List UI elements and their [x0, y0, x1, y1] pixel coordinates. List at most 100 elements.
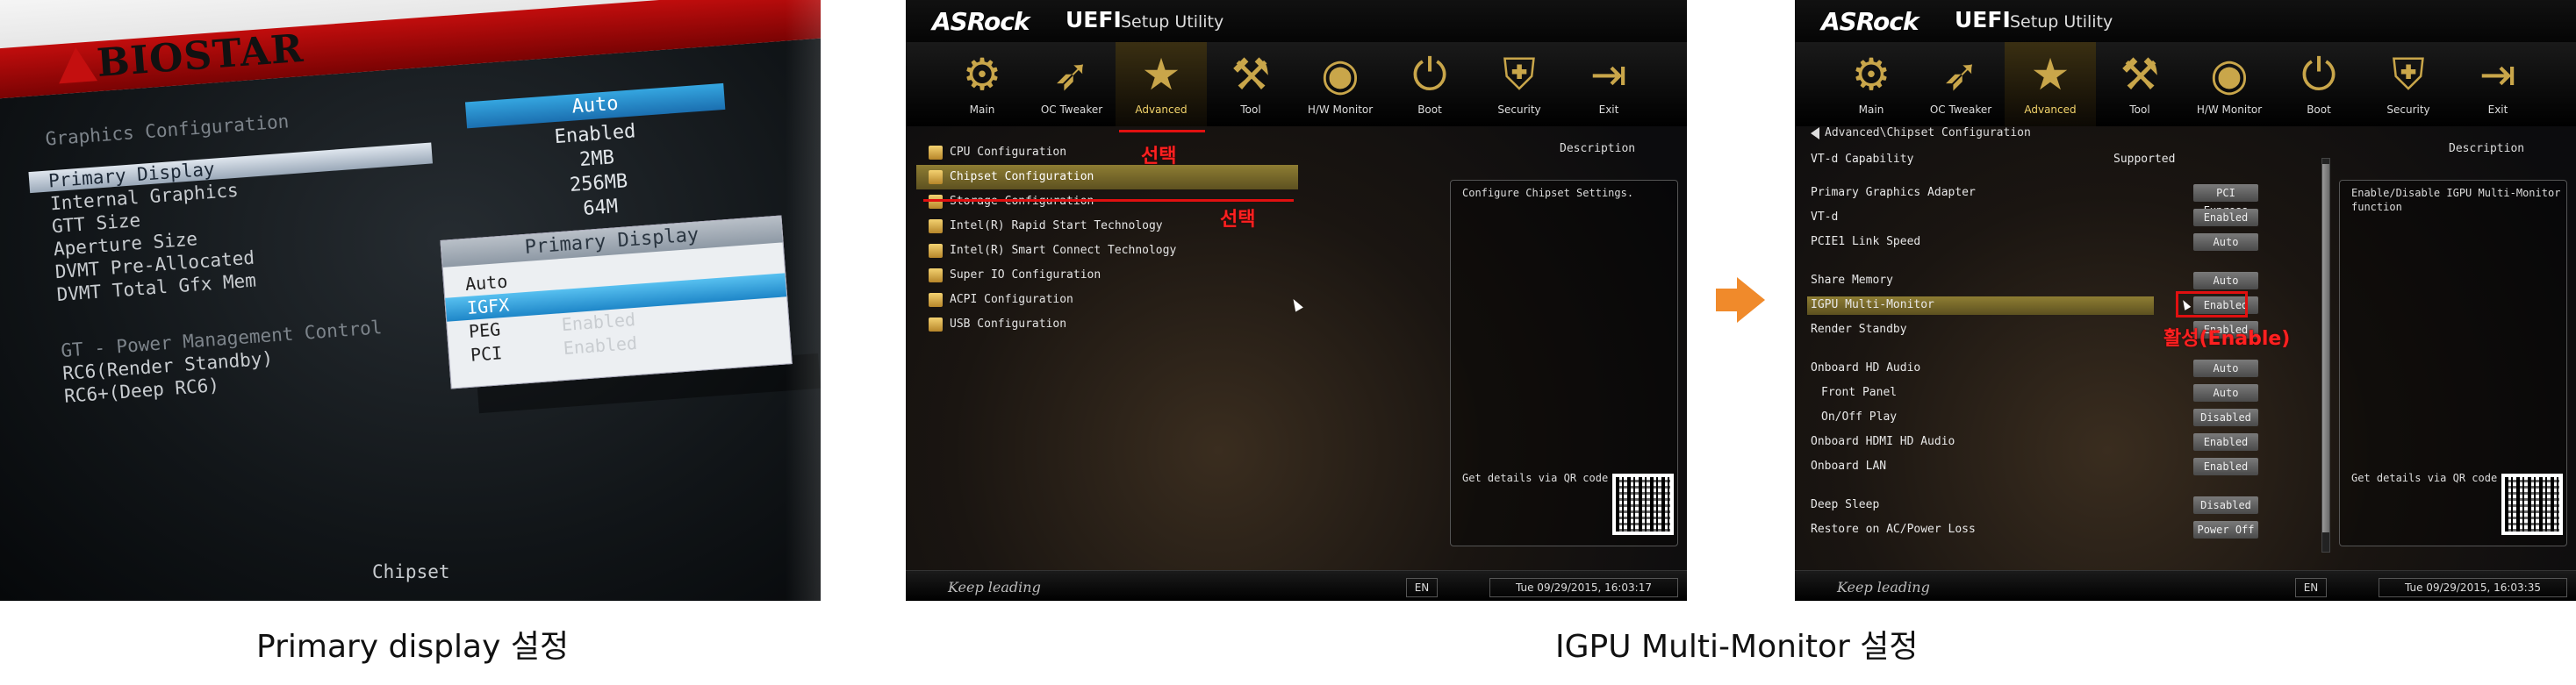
nav-security[interactable]: ⛨ Security: [2363, 42, 2454, 126]
qr-code-icon: [2501, 474, 2563, 535]
setup-utility-label: Setup Utility: [1121, 12, 1224, 32]
value-button[interactable]: Disabled: [2193, 409, 2258, 426]
uefi-label: UEFI: [1955, 7, 2011, 32]
nav-tool[interactable]: ⚒ Tool: [2094, 42, 2185, 126]
folder-icon: [929, 170, 943, 184]
exit-door-icon: ⇥: [2479, 49, 2516, 100]
exit-door-icon: ⇥: [1590, 49, 1627, 100]
keep-leading-slogan: Keep leading: [1837, 579, 1930, 596]
value-button[interactable]: Enabled: [2193, 458, 2258, 475]
value-button[interactable]: Enabled: [2193, 433, 2258, 451]
toolbox-icon: ⚒: [1231, 49, 1271, 100]
nav-hw-monitor[interactable]: ◉ H/W Monitor: [2184, 42, 2275, 126]
menu-acpi[interactable]: ACPI Configuration: [916, 288, 1298, 312]
boot-switch-icon: ⏻: [2301, 49, 2336, 100]
advanced-underline: [1119, 130, 1205, 132]
row-share-memory[interactable]: Share Memory Auto: [1811, 270, 2337, 291]
primary-display-value[interactable]: Auto: [464, 82, 726, 129]
row-restore-ac-power-loss[interactable]: Restore on AC/Power Loss Power Off: [1811, 519, 2337, 540]
row-onboard-hd-audio[interactable]: Onboard HD Audio Auto: [1811, 358, 2337, 379]
annotation-enable: 활성(Enable): [2163, 328, 2291, 350]
breadcrumb[interactable]: Advanced\Chipset Configuration: [1811, 126, 2031, 139]
shield-icon: ⛨: [2392, 49, 2425, 100]
main-icon: ⚙: [962, 49, 1002, 100]
boot-switch-icon: ⏻: [1412, 49, 1447, 100]
nav-advanced[interactable]: ★ Advanced: [2005, 42, 2096, 126]
value-button[interactable]: Disabled: [2193, 496, 2258, 514]
scrollbar[interactable]: [2321, 158, 2330, 553]
datetime-display: Tue 09/29/2015, 16:03:17: [1489, 578, 1678, 597]
annotation-select-menu: 선택: [1220, 209, 1256, 231]
value-button[interactable]: Auto: [2193, 272, 2258, 289]
menu-smart-connect[interactable]: Intel(R) Smart Connect Technology: [916, 239, 1298, 263]
nav-advanced[interactable]: ★ Advanced: [1116, 42, 1207, 126]
folder-icon: [929, 146, 943, 160]
star-icon: ★: [2030, 49, 2070, 100]
nav-main[interactable]: ⚙ Main: [1826, 42, 1917, 126]
asrock-header: ASRock UEFI Setup Utility: [906, 0, 1687, 42]
language-button[interactable]: EN: [1406, 578, 1438, 597]
folder-icon: [929, 318, 943, 332]
row-igpu-multi-monitor[interactable]: IGPU Multi-Monitor Enabled: [1807, 295, 2337, 316]
back-arrow-icon[interactable]: [1811, 126, 1819, 139]
nav-oc-tweaker[interactable]: ➶ OC Tweaker: [1915, 42, 2006, 126]
advanced-menu-list: CPU Configuration Chipset Configuration …: [916, 140, 1298, 337]
rocket-icon: ➶: [1942, 49, 1979, 100]
row-deep-sleep[interactable]: Deep Sleep Disabled: [1811, 495, 2337, 516]
row-on-off-play[interactable]: On/Off Play Disabled: [1821, 407, 2348, 428]
nav-boot[interactable]: ⏻ Boot: [1384, 42, 1475, 126]
row-primary-graphics-adapter[interactable]: Primary Graphics AdapterPCI Express: [1811, 182, 2337, 217]
keep-leading-slogan: Keep leading: [948, 579, 1041, 596]
arrow-right-icon: [1716, 277, 1765, 323]
value-button[interactable]: Power Off: [2193, 521, 2258, 539]
menu-chipset-configuration[interactable]: Chipset Configuration: [916, 165, 1298, 189]
caption-igpu-multi-monitor: IGPU Multi-Monitor 설정: [1555, 629, 1919, 665]
folder-icon: [929, 219, 943, 233]
value-button[interactable]: Auto: [2193, 360, 2258, 377]
nav-oc-tweaker[interactable]: ➶ OC Tweaker: [1026, 42, 1117, 126]
menu-super-io[interactable]: Super IO Configuration: [916, 263, 1298, 288]
caption-primary-display: Primary display 설정: [256, 629, 570, 665]
row-vt-d[interactable]: VT-d Enabled: [1811, 207, 2337, 228]
menu-cpu-configuration[interactable]: CPU Configuration: [916, 140, 1298, 165]
primary-display-popup[interactable]: Primary Display Auto IGFX PEG Enabled PCI…: [440, 215, 793, 389]
row-onboard-hdmi-hd-audio[interactable]: Onboard HDMI HD Audio Enabled: [1811, 432, 2337, 453]
value-button[interactable]: Auto: [2193, 233, 2258, 251]
asrock-logo: ASRock: [932, 7, 1030, 36]
value-button[interactable]: Auto: [2193, 384, 2258, 402]
biostar-logo-icon: [56, 46, 98, 84]
folder-icon: [929, 268, 943, 282]
nav-tool[interactable]: ⚒ Tool: [1205, 42, 1296, 126]
shield-icon: ⛨: [1503, 49, 1536, 100]
main-icon: ⚙: [1851, 49, 1891, 100]
value-button[interactable]: PCI Express: [2193, 184, 2258, 217]
tab-chipset[interactable]: Chipset: [372, 561, 450, 582]
nav-hw-monitor[interactable]: ◉ H/W Monitor: [1295, 42, 1386, 126]
asrock-advanced-screen: ASRock UEFI Setup Utility ⚙ Main ➶ OC Twea…: [906, 0, 1687, 601]
nav-main[interactable]: ⚙ Main: [936, 42, 1028, 126]
top-nav: ⚙ Main ➶ OC Tweaker ★ Advanced ⚒ Tool ◉ H/W M…: [906, 42, 1687, 126]
rocket-icon: ➶: [1053, 49, 1090, 100]
row-pcie1-link-speed[interactable]: PCIE1 Link Speed Auto: [1811, 232, 2337, 253]
folder-icon: [929, 293, 943, 307]
description-text: Configure Chipset Settings.: [1462, 187, 1634, 199]
nav-exit[interactable]: ⇥ Exit: [1563, 42, 1654, 126]
nav-exit[interactable]: ⇥ Exit: [2452, 42, 2544, 126]
menu-usb[interactable]: USB Configuration: [916, 312, 1298, 337]
monitor-gauge-icon: ◉: [1321, 49, 1360, 100]
value-button[interactable]: Enabled: [2193, 209, 2258, 226]
nav-security[interactable]: ⛨ Security: [1474, 42, 1565, 126]
toolbox-icon: ⚒: [2120, 49, 2160, 100]
description-text: Enable/Disable IGPU Multi-Monitor functi…: [2351, 187, 2561, 213]
monitor-gauge-icon: ◉: [2210, 49, 2249, 100]
nav-boot[interactable]: ⏻ Boot: [2273, 42, 2364, 126]
biostar-bios-photo: BIOSTAR Graphics Configuration Primary D…: [0, 0, 821, 601]
qr-caption: Get details via QR code: [1462, 472, 1609, 484]
setup-utility-label: Setup Utility: [2010, 12, 2113, 32]
asrock-chipset-screen: ASRock UEFI Setup Utility ⚙ Main ➶ OC Twea…: [1795, 0, 2576, 601]
row-onboard-lan[interactable]: Onboard LAN Enabled: [1811, 456, 2337, 477]
chipset-underline: [923, 199, 1294, 202]
qr-code-icon: [1612, 474, 1674, 535]
row-front-panel[interactable]: Front Panel Auto: [1821, 382, 2348, 403]
language-button[interactable]: EN: [2295, 578, 2327, 597]
